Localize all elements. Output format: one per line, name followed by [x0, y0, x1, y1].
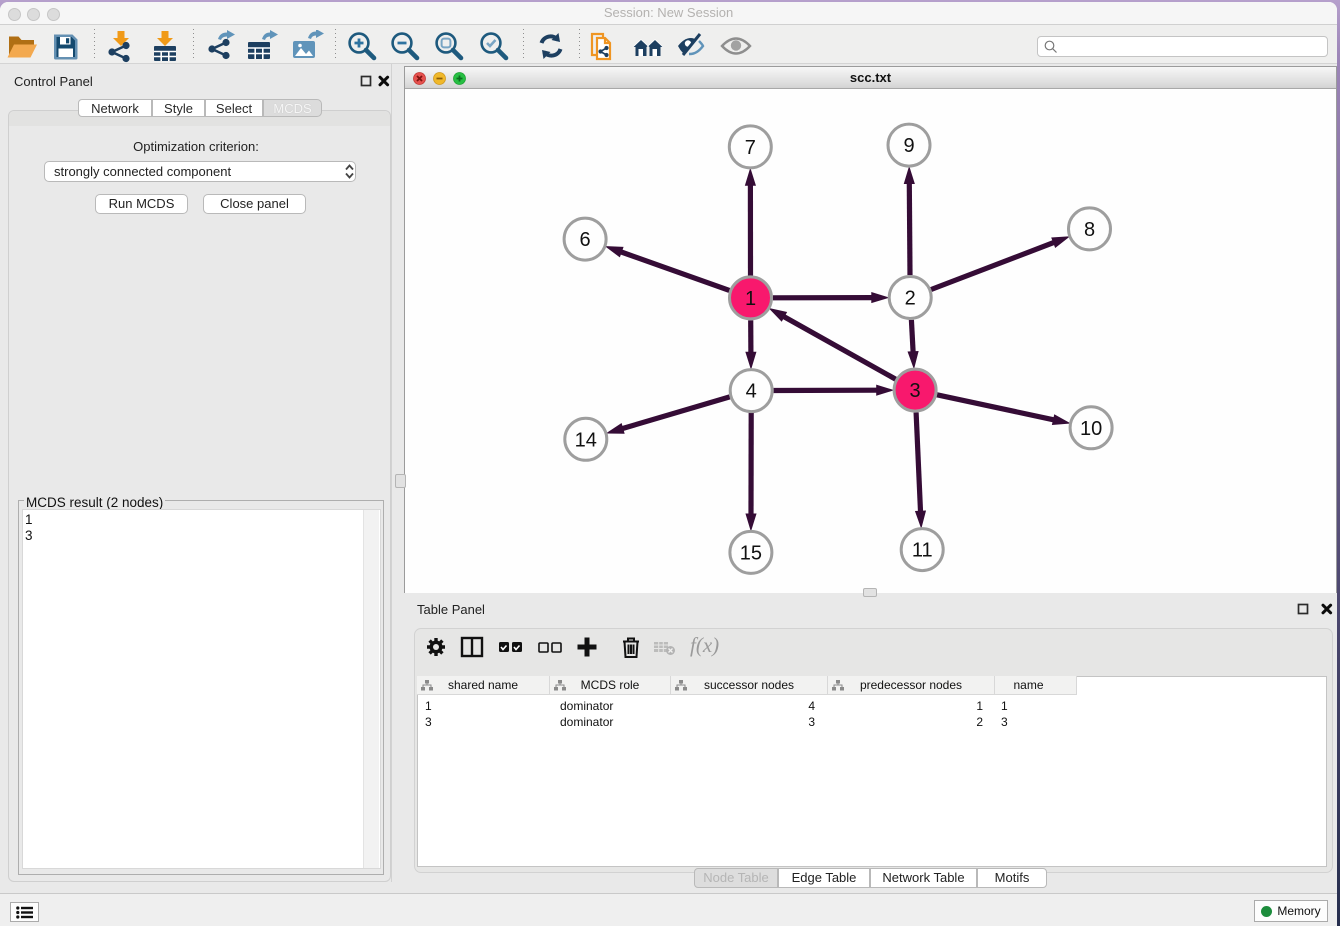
svg-text:8: 8: [1084, 219, 1095, 241]
svg-text:15: 15: [740, 542, 762, 564]
svg-text:2: 2: [905, 288, 916, 310]
svg-text:14: 14: [575, 429, 597, 451]
svg-text:4: 4: [746, 381, 757, 403]
svg-text:1: 1: [745, 288, 756, 310]
svg-text:9: 9: [903, 135, 914, 157]
svg-text:3: 3: [910, 380, 921, 402]
svg-text:6: 6: [580, 229, 591, 251]
svg-text:10: 10: [1080, 418, 1102, 440]
svg-text:11: 11: [912, 540, 933, 562]
svg-text:7: 7: [745, 137, 756, 159]
